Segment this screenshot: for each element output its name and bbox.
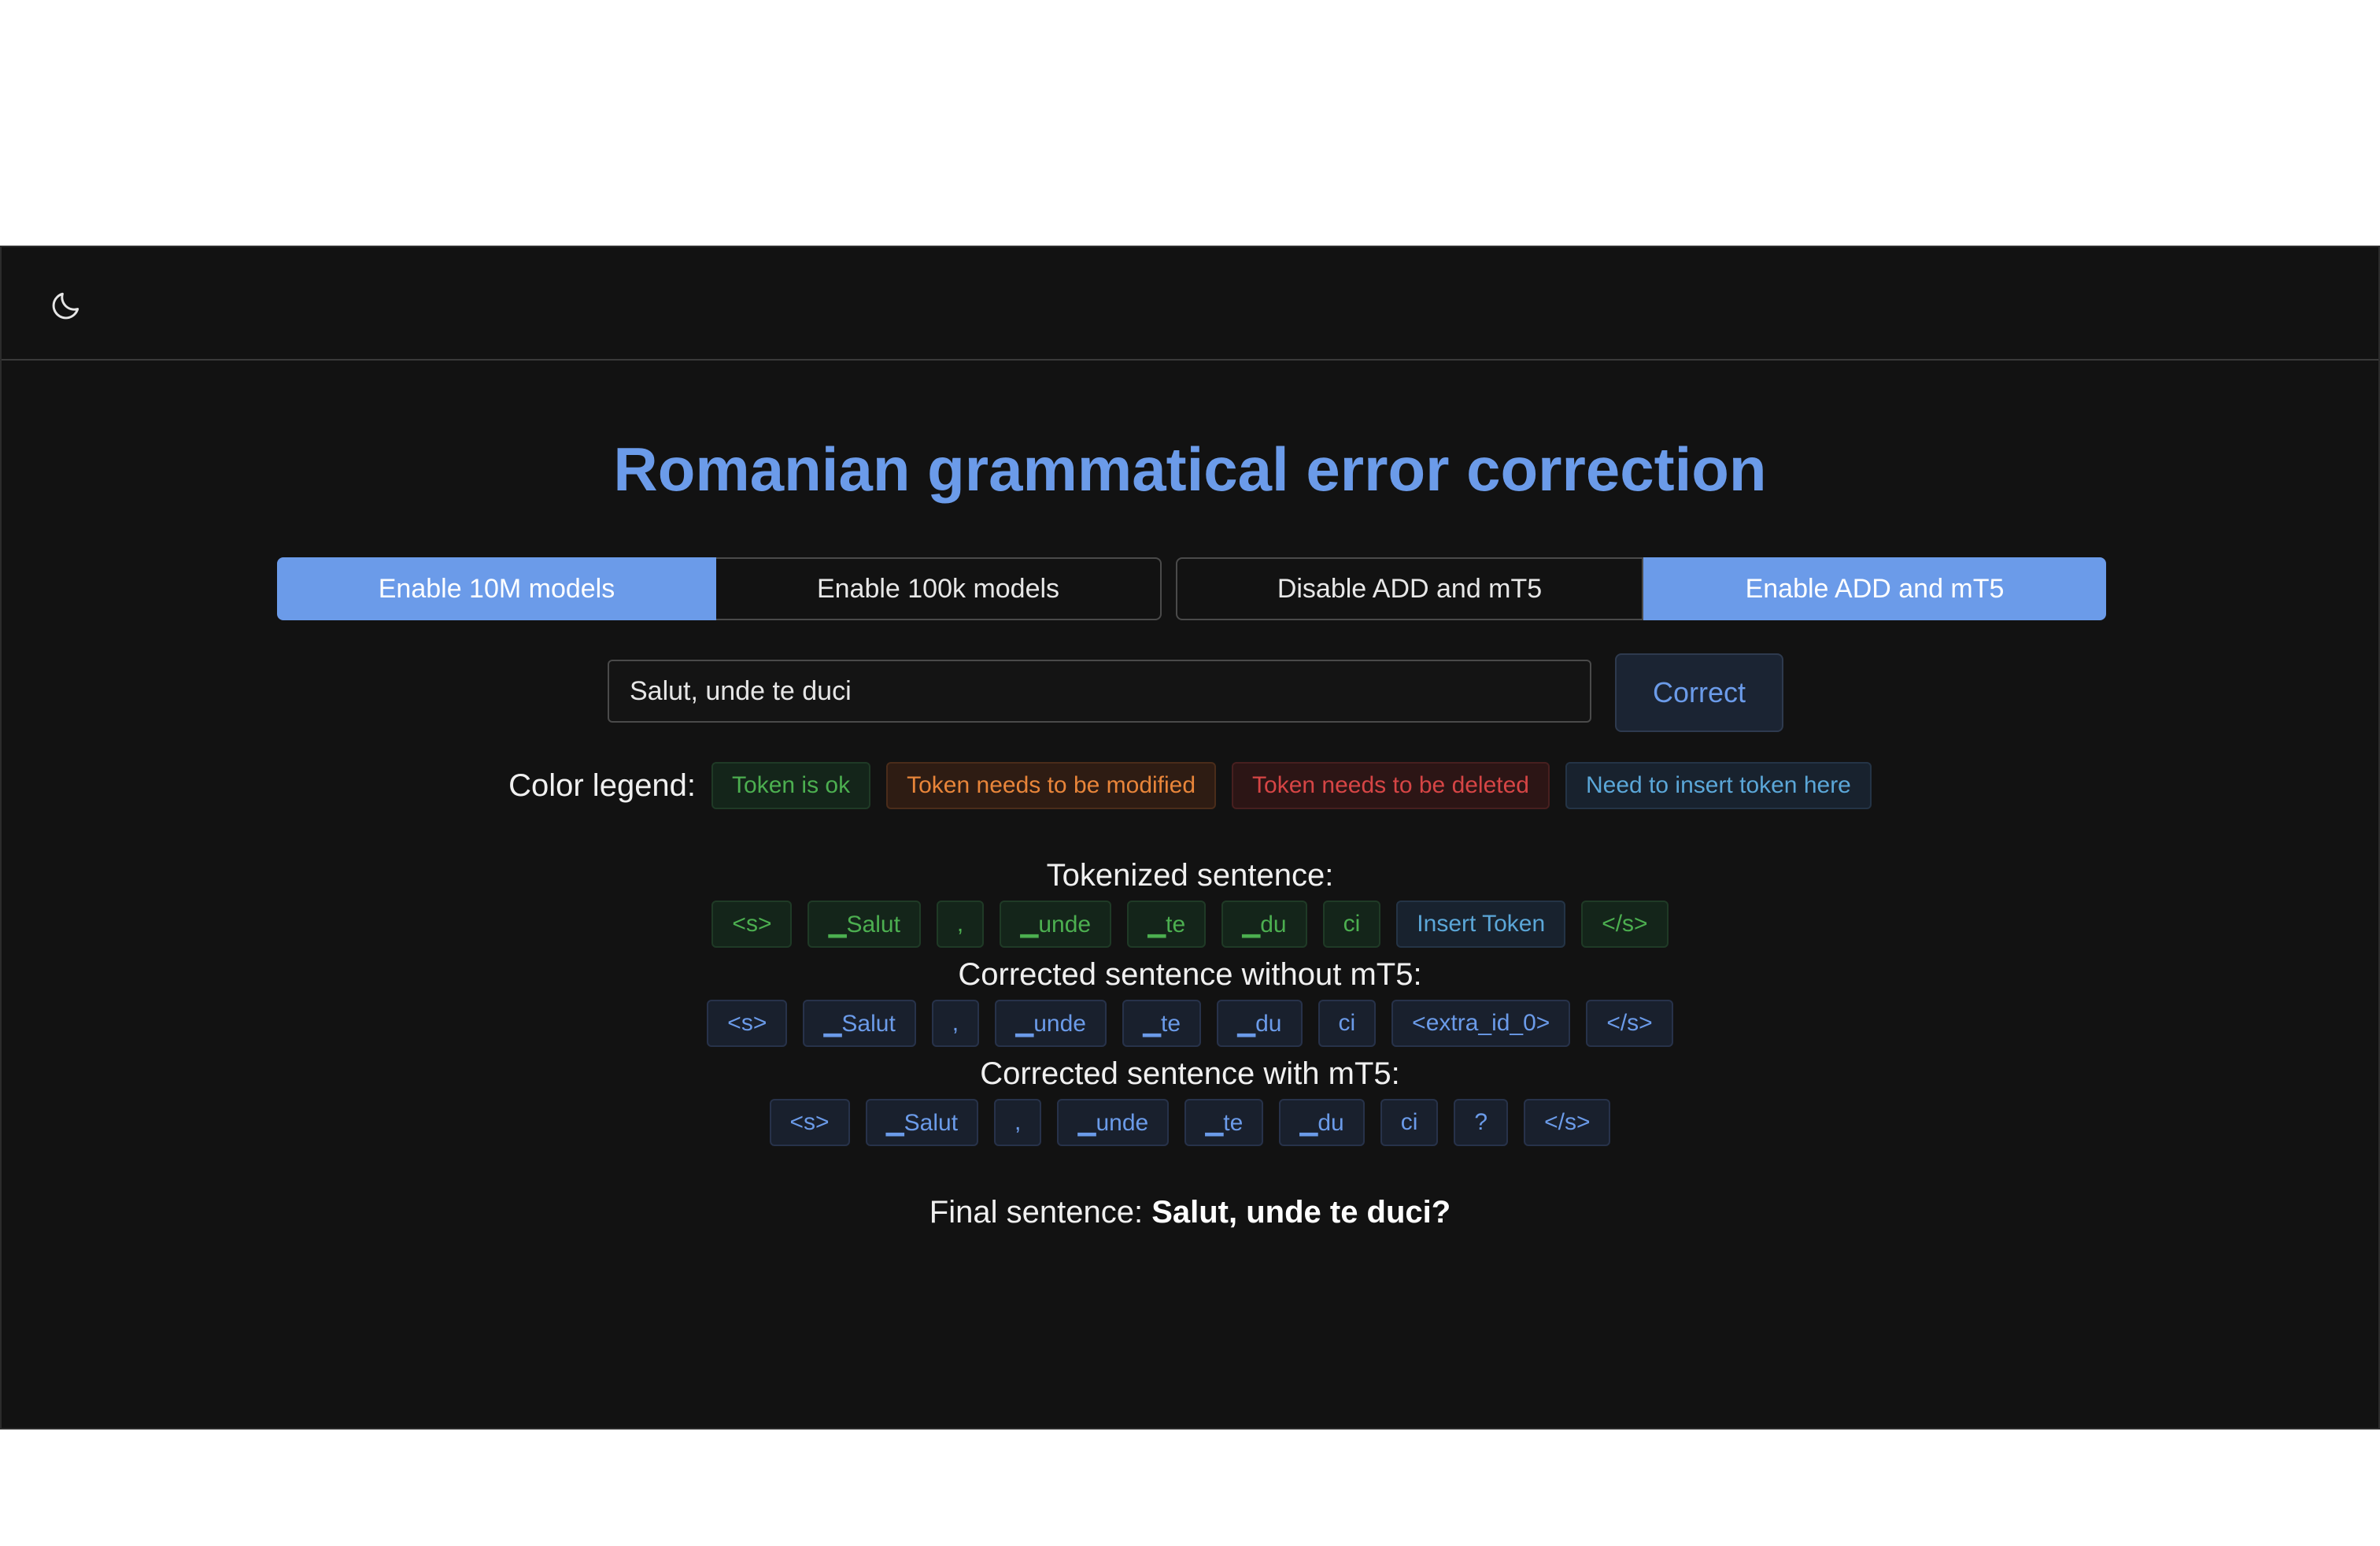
final-label: Final sentence: (929, 1195, 1144, 1230)
corrected-without-row: <s> ▁Salut, ▁unde ▁te ▁du ci <extra_id_0> </s> (2, 1000, 2378, 1047)
token-chip: , (994, 1099, 1042, 1146)
legend-modify: Token needs to be modified (886, 762, 1217, 809)
legend-insert: Need to insert token here (1565, 762, 1872, 809)
legend-delete: Token needs to be deleted (1232, 762, 1550, 809)
token-chip: ▁unde (1000, 901, 1112, 948)
final-sentence: Final sentence: Salut, unde te duci? (2, 1195, 2378, 1230)
final-value: Salut, unde te duci? (1151, 1195, 1451, 1230)
token-chip: <s> (769, 1099, 850, 1146)
token-chip: ▁Salut (808, 901, 921, 948)
top-bar (2, 247, 2378, 361)
corrected-with-row: <s> ▁Salut, ▁unde ▁te ▁du ci? </s> (2, 1099, 2378, 1146)
token-chip: , (931, 1000, 980, 1047)
token-chip: ▁unde (1057, 1099, 1170, 1146)
tokenized-title: Tokenized sentence: (1046, 858, 1334, 893)
token-chip: </s> (1524, 1099, 1611, 1146)
enable-10m-models-button[interactable]: Enable 10M models (277, 557, 716, 620)
token-chip: <s> (711, 901, 793, 948)
token-chip: ▁du (1221, 901, 1307, 948)
moon-icon (52, 292, 79, 320)
correct-button[interactable]: Correct (1615, 653, 1783, 732)
color-legend: Color legend: Token is ok Token needs to… (2, 762, 2378, 809)
page-title: Romanian grammatical error correction (613, 435, 1767, 504)
token-chip: ci (1380, 1099, 1439, 1146)
sentence-input[interactable] (608, 660, 1591, 723)
token-chip: ▁te (1122, 1000, 1202, 1047)
model-size-toggle: Enable 10M models Enable 100k models (277, 557, 1162, 620)
token-chip: Insert Token (1396, 901, 1566, 948)
token-chip: , (936, 901, 985, 948)
token-chip: ▁unde (995, 1000, 1107, 1047)
enable-100k-models-button[interactable]: Enable 100k models (716, 557, 1162, 620)
corrected-without-title: Corrected sentence without mT5: (958, 957, 1422, 992)
corrected-with-title: Corrected sentence with mT5: (980, 1056, 1400, 1091)
theme-toggle-button[interactable] (49, 288, 83, 323)
legend-ok: Token is ok (711, 762, 871, 809)
token-chip: </s> (1586, 1000, 1673, 1047)
token-chip: ▁Salut (803, 1000, 916, 1047)
tokenized-row: <s> ▁Salut, ▁unde ▁te ▁du ci Insert Token </s> (2, 901, 2378, 948)
enable-add-mt5-button[interactable]: Enable ADD and mT5 (1643, 557, 2106, 620)
mt5-toggle: Disable ADD and mT5 Enable ADD and mT5 (1176, 557, 2106, 620)
token-chip: ▁du (1217, 1000, 1303, 1047)
token-chip: ci (1322, 901, 1381, 948)
token-chip: ▁te (1184, 1099, 1264, 1146)
token-chip: <extra_id_0> (1391, 1000, 1571, 1047)
token-chip: ? (1454, 1099, 1509, 1146)
legend-label: Color legend: (508, 767, 697, 803)
token-chip: <s> (707, 1000, 788, 1047)
token-chip: ▁te (1127, 901, 1207, 948)
token-chip: ▁du (1279, 1099, 1365, 1146)
app-window: Romanian grammatical error correction En… (0, 246, 2380, 1429)
token-chip: ci (1318, 1000, 1377, 1047)
disable-add-mt5-button[interactable]: Disable ADD and mT5 (1176, 557, 1643, 620)
token-chip: </s> (1581, 901, 1669, 948)
token-chip: ▁Salut (865, 1099, 979, 1146)
